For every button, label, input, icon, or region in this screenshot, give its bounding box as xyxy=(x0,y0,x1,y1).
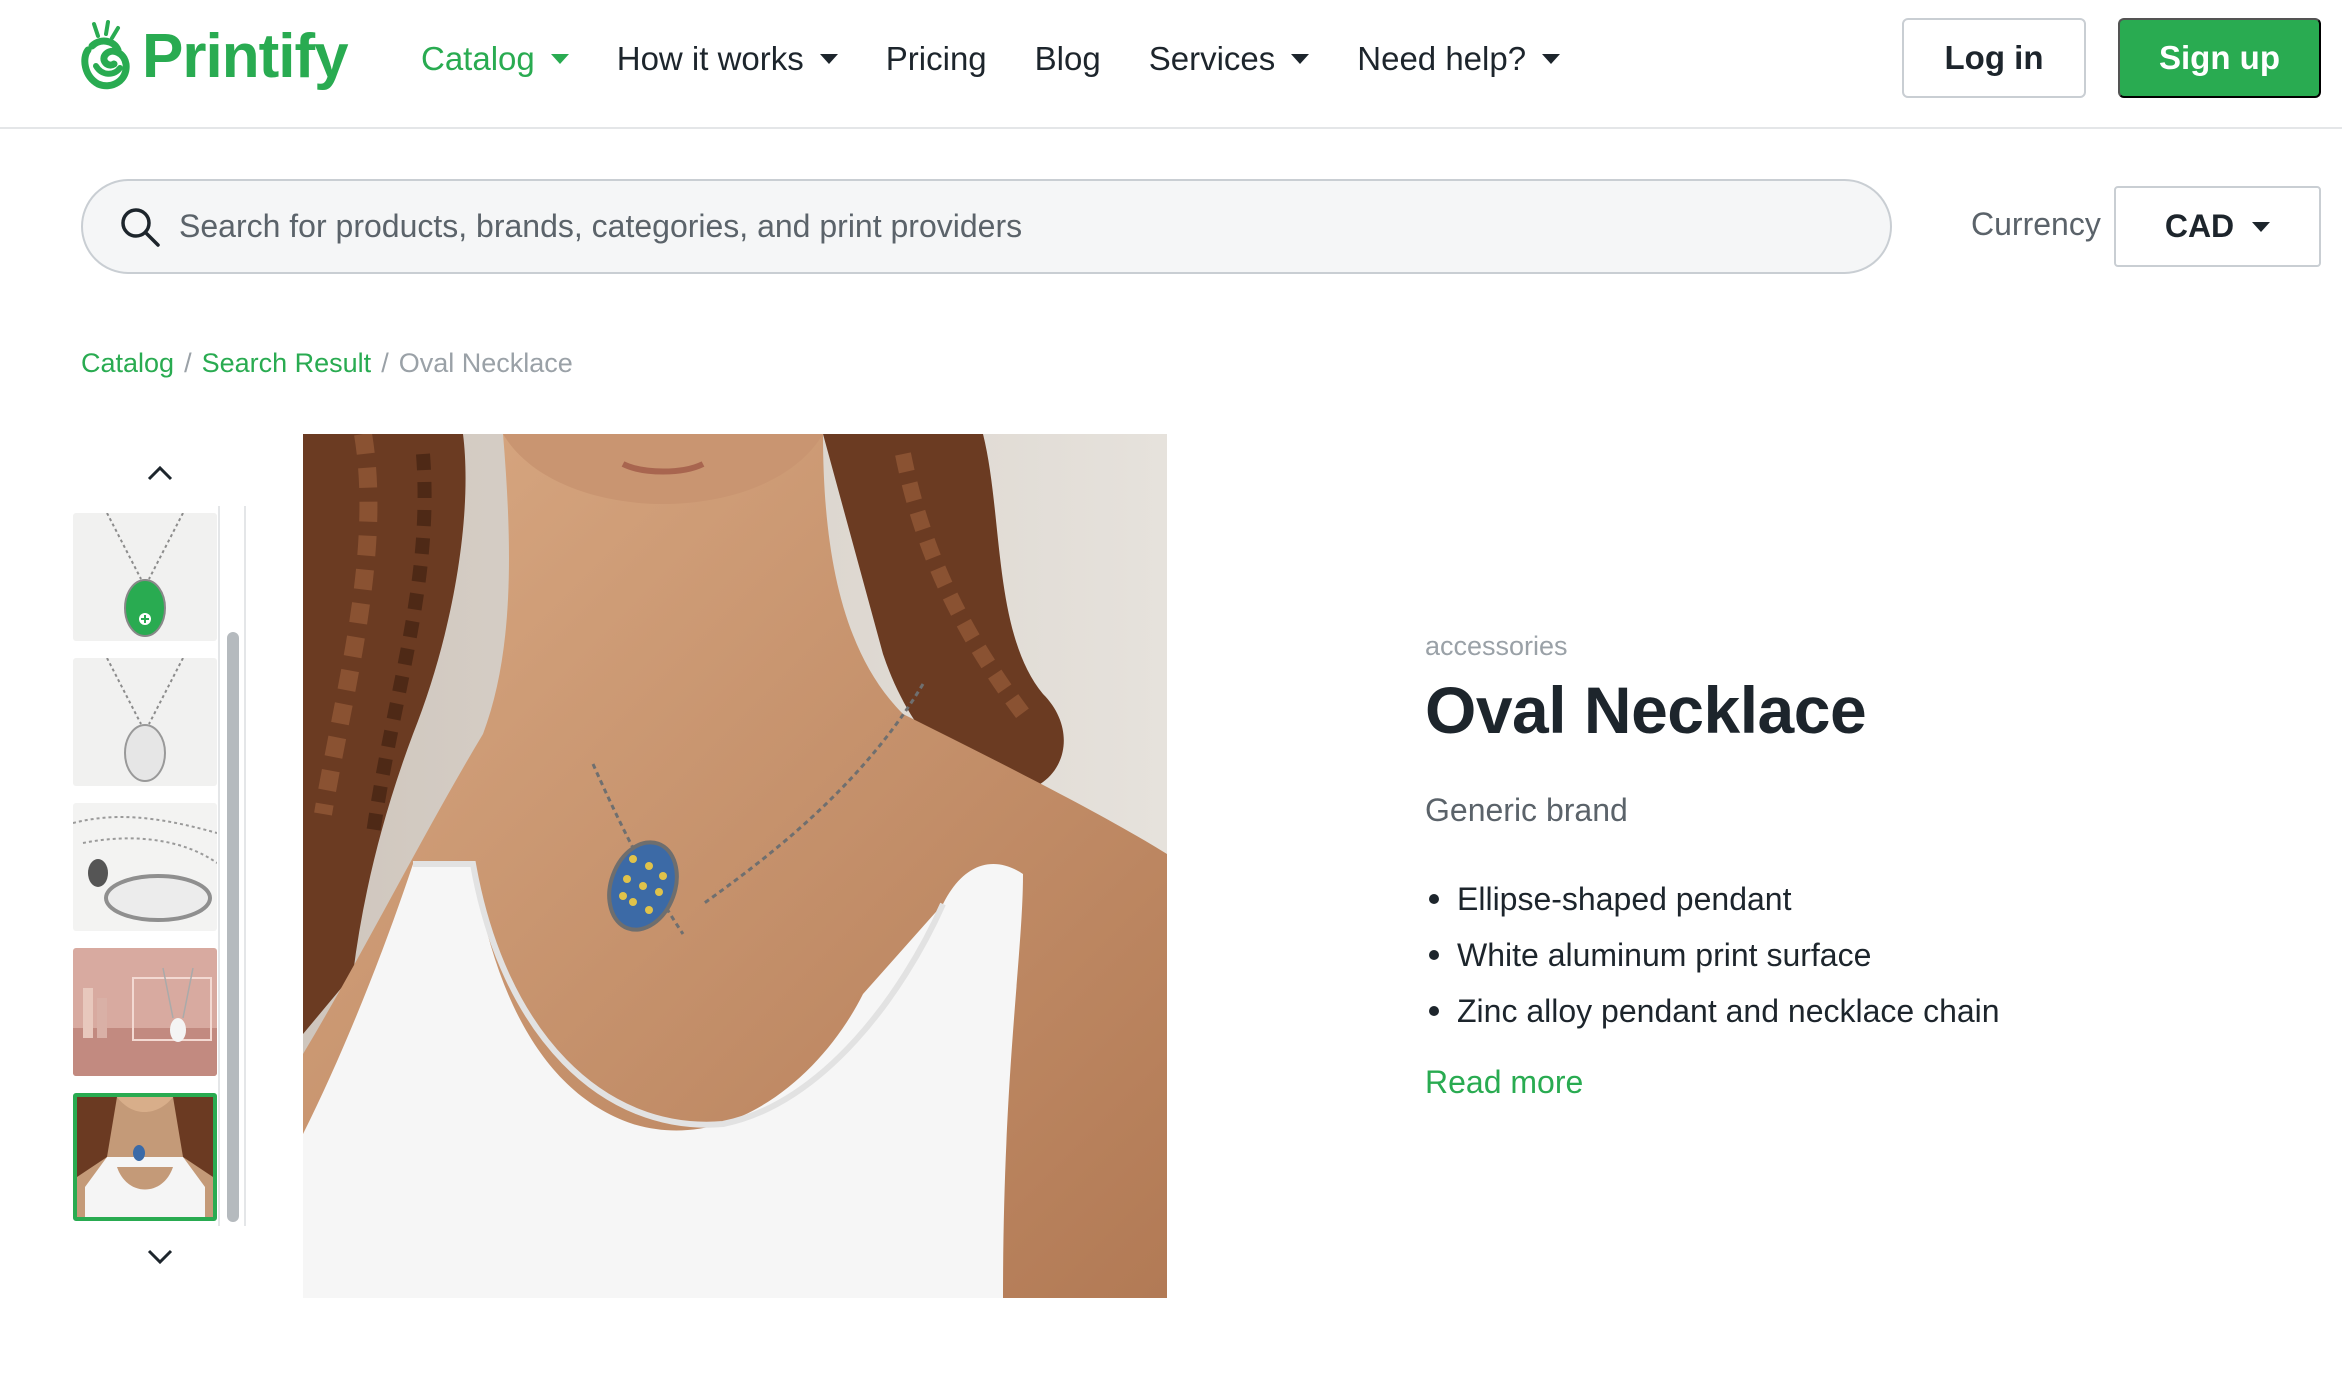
product-main-image[interactable] xyxy=(303,434,1167,1298)
currency-label: Currency xyxy=(1971,206,2101,242)
thumbnail-scrollbar[interactable] xyxy=(218,506,246,1226)
thumbnail-list xyxy=(73,513,219,1238)
login-button[interactable]: Log in xyxy=(1902,18,2086,98)
necklace-display-thumbnail xyxy=(73,948,217,1076)
chevron-down-icon xyxy=(1542,54,1561,64)
nav-how-it-works[interactable]: How it works xyxy=(617,40,838,78)
search-input[interactable] xyxy=(179,208,1829,245)
nav-need-help[interactable]: Need help? xyxy=(1357,40,1561,78)
feature-text: Zinc alloy pendant and necklace chain xyxy=(1457,992,2000,1029)
read-more-link[interactable]: Read more xyxy=(1425,1064,1583,1101)
signup-button[interactable]: Sign up xyxy=(2118,18,2321,98)
logo-text: Printify xyxy=(142,21,349,91)
product-category: accessories xyxy=(1425,631,1568,661)
breadcrumb-separator: / xyxy=(381,348,389,378)
nav-need-help-label: Need help? xyxy=(1357,40,1527,77)
breadcrumb-current: Oval Necklace xyxy=(398,348,573,378)
feature-item: Zinc alloy pendant and necklace chain xyxy=(1425,983,2000,1039)
bullet-icon xyxy=(1429,950,1439,960)
currency-value: CAD xyxy=(2164,208,2235,244)
breadcrumb-separator: / xyxy=(184,348,192,378)
breadcrumb: Catalog / Search Result / Oval Necklace xyxy=(81,348,573,379)
model-wearing-necklace-image xyxy=(303,434,1167,1298)
nav-catalog-label: Catalog xyxy=(421,40,535,77)
thumbnail-item[interactable] xyxy=(73,658,217,786)
feature-text: White aluminum print surface xyxy=(1457,936,1872,973)
chevron-down-icon xyxy=(1291,54,1310,64)
nav-pricing[interactable]: Pricing xyxy=(886,40,987,78)
chevron-down-icon xyxy=(550,54,569,64)
currency-select[interactable]: CAD xyxy=(2114,186,2321,267)
product-brand: Generic brand xyxy=(1425,792,1628,828)
chevron-down-icon xyxy=(819,54,838,64)
feature-text: Ellipse-shaped pendant xyxy=(1457,880,1792,917)
chevron-up-icon xyxy=(147,465,173,481)
necklace-white-thumbnail xyxy=(73,658,217,786)
nav-services-label: Services xyxy=(1148,40,1276,77)
feature-item: White aluminum print surface xyxy=(1425,927,2000,983)
printify-logo-icon xyxy=(81,20,130,90)
thumbnail-scroll-up[interactable] xyxy=(140,458,180,488)
bullet-icon xyxy=(1429,894,1439,904)
printify-logo[interactable]: Printify xyxy=(78,20,349,92)
nav-how-it-works-label: How it works xyxy=(616,40,804,77)
search-bar[interactable] xyxy=(81,179,1892,274)
feature-item: Ellipse-shaped pendant xyxy=(1425,871,2000,927)
nav-blog-label: Blog xyxy=(1034,40,1101,77)
necklace-green-thumbnail xyxy=(73,513,217,641)
chevron-down-icon xyxy=(147,1249,173,1265)
nav-blog[interactable]: Blog xyxy=(1035,40,1101,78)
nav-services[interactable]: Services xyxy=(1149,40,1310,78)
thumbnail-scroll-down[interactable] xyxy=(140,1242,180,1272)
search-icon xyxy=(121,207,160,247)
thumbnail-item[interactable] xyxy=(73,948,217,1076)
thumbnail-item[interactable] xyxy=(73,803,217,931)
product-title: Oval Necklace xyxy=(1425,673,1867,747)
breadcrumb-catalog[interactable]: Catalog xyxy=(81,348,174,379)
main-nav: Catalog How it works Pricing Blog Servic… xyxy=(421,0,1608,118)
nav-catalog[interactable]: Catalog xyxy=(421,40,569,78)
site-header: Printify Catalog How it works Pricing Bl… xyxy=(0,0,2342,129)
chevron-down-icon xyxy=(2252,221,2271,232)
thumbnail-item-selected[interactable] xyxy=(73,1093,217,1221)
breadcrumb-search-result[interactable]: Search Result xyxy=(202,348,372,379)
thumbnail-item[interactable] xyxy=(73,513,217,641)
nav-pricing-label: Pricing xyxy=(885,40,987,77)
bullet-icon xyxy=(1429,1006,1439,1016)
necklace-flat-thumbnail xyxy=(73,803,217,931)
scrollbar-thumb[interactable] xyxy=(227,632,239,1222)
product-features: Ellipse-shaped pendant White aluminum pr… xyxy=(1425,871,2000,1039)
model-necklace-thumbnail xyxy=(77,1097,213,1217)
